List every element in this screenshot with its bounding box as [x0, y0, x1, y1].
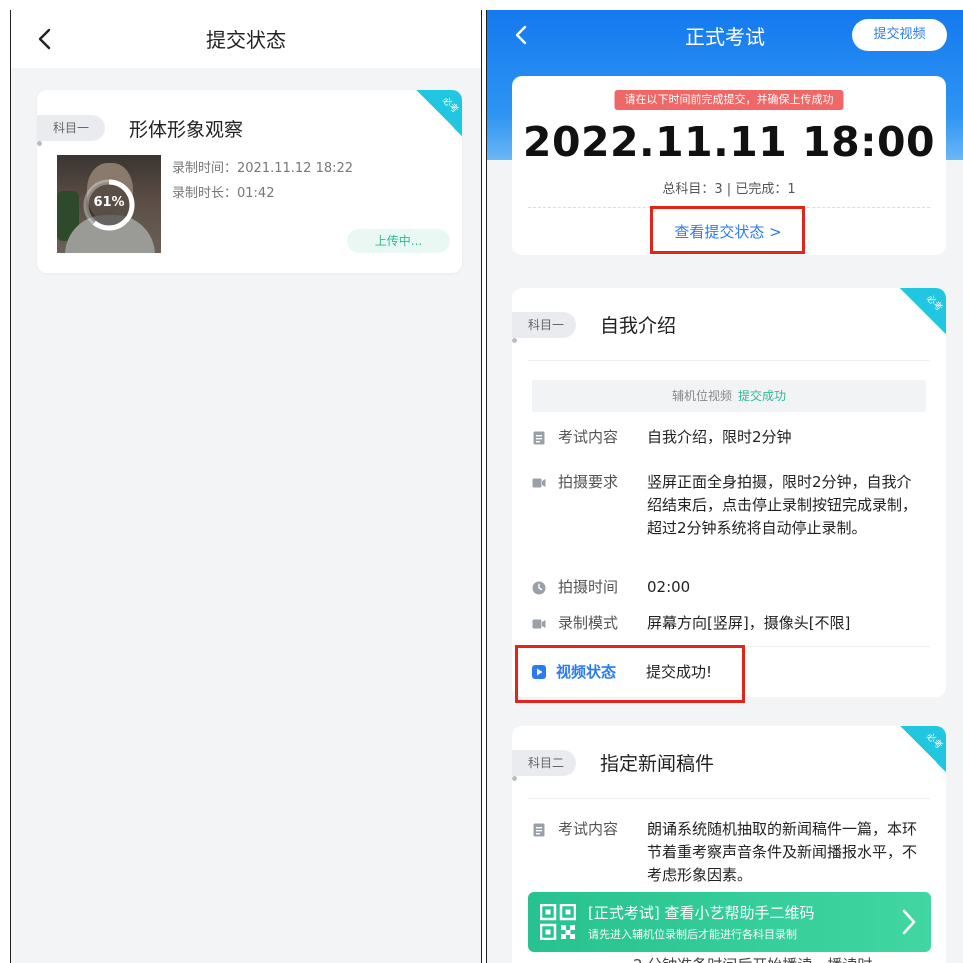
partial-instruction-text: 2 分钟准备时间后开始播读，播读时	[633, 954, 872, 963]
info-value: 屏幕方向[竖屏]，摄像头[不限]	[647, 614, 851, 632]
qr-code-banner[interactable]: [正式考试] 查看小艺帮助手二维码 请先进入辅机位录制后才能进行各科目录制	[528, 892, 931, 952]
divider	[528, 207, 930, 208]
subject-card-1[interactable]: 必考 科目一 自我介绍 辅机位视频 提交成功 考试内容 自我介绍，限时2分钟 拍摄…	[512, 288, 946, 697]
required-badge: 必考	[900, 288, 946, 334]
info-label: 录制模式	[558, 614, 619, 632]
upload-percent: 61%	[93, 195, 125, 210]
subject-name: 指定新闻稿件	[600, 753, 715, 775]
camera-icon	[532, 478, 546, 488]
required-badge: 必考	[900, 726, 946, 772]
info-value: 朗诵系统随机抽取的新闻稿件一篇，本环节着重考察声音条件及新闻播报水平，不考虑形象…	[647, 820, 918, 884]
document-icon	[533, 823, 545, 837]
nav-bar: 提交状态	[11, 10, 481, 68]
deadline-card: 请在以下时间前完成提交，并确保上传成功 2022.11.11 18:00 总科目…	[512, 76, 946, 255]
info-value: 02:00	[647, 578, 691, 596]
record-duration: 录制时长：01:42	[172, 186, 275, 201]
qr-banner-subtitle: 请先进入辅机位录制后才能进行各科目录制	[588, 928, 797, 941]
required-badge: 必考	[416, 90, 462, 136]
subject-tag: 科目一	[512, 312, 576, 343]
divider	[528, 798, 930, 799]
info-label: 考试内容	[558, 428, 619, 446]
video-status-label: 视频状态	[556, 663, 617, 681]
submit-status-screen: 提交状态 必考 科目一 形体形象观察 61% 录制时间：2021.11.12 1…	[10, 10, 482, 963]
document-icon	[533, 431, 545, 445]
record-time: 录制时间：2021.11.12 18:22	[172, 161, 354, 176]
aux-camera-success: 提交成功	[738, 389, 787, 403]
camera-icon	[532, 619, 546, 629]
clock-icon	[532, 581, 546, 595]
divider	[528, 360, 930, 361]
video-thumbnail[interactable]: 61%	[57, 155, 161, 253]
formal-exam-screen: 正式考试 提交视频 请在以下时间前完成提交，并确保上传成功 2022.11.11…	[486, 10, 963, 963]
video-status-value: 提交成功!	[646, 663, 713, 681]
deadline-notice: 请在以下时间前完成提交，并确保上传成功	[614, 90, 844, 110]
submit-video-button[interactable]: 提交视频	[852, 19, 947, 51]
subject-tag: 科目二	[512, 750, 576, 781]
divider	[528, 646, 930, 647]
qr-code-icon	[540, 904, 576, 940]
info-label: 拍摄要求	[558, 473, 619, 491]
exam-progress: 总科目：3 | 已完成：1	[662, 182, 796, 197]
subject-name: 形体形象观察	[129, 119, 244, 141]
subject-name: 自我介绍	[600, 315, 677, 337]
aux-camera-status: 辅机位视频 提交成功	[532, 380, 926, 412]
upload-status-badge: 上传中...	[347, 229, 450, 253]
info-value: 自我介绍，限时2分钟	[647, 428, 792, 446]
deadline-datetime: 2022.11.11 18:00	[522, 118, 936, 166]
subject-tag: 科目一	[37, 115, 105, 146]
qr-banner-title: [正式考试] 查看小艺帮助手二维码	[588, 904, 815, 922]
play-icon	[532, 665, 546, 679]
page-title: 提交状态	[206, 28, 286, 52]
info-value: 竖屏正面全身拍摄，限时2分钟，自我介绍结束后，点击停止录制按钮完成录制，超过2分…	[647, 473, 918, 537]
upload-card[interactable]: 必考 科目一 形体形象观察 61% 录制时间：2021.11.12 18:22 …	[37, 90, 462, 273]
chevron-right-icon	[902, 909, 916, 935]
aux-camera-label: 辅机位视频	[671, 389, 732, 403]
view-submit-status-link[interactable]: 查看提交状态 >	[650, 210, 806, 255]
info-label: 考试内容	[558, 820, 619, 838]
info-label: 拍摄时间	[558, 578, 619, 596]
